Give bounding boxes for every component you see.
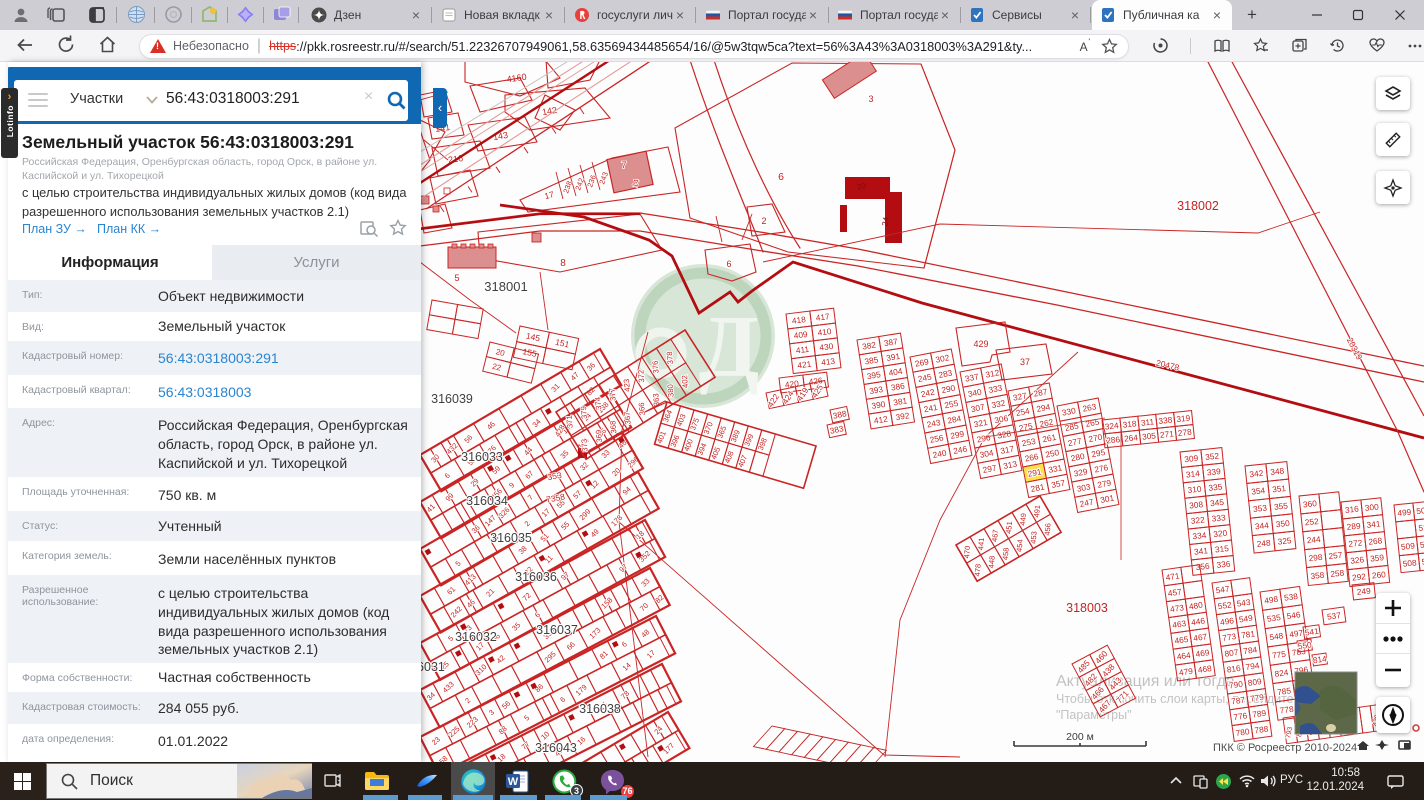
svg-text:W: W: [507, 776, 518, 788]
